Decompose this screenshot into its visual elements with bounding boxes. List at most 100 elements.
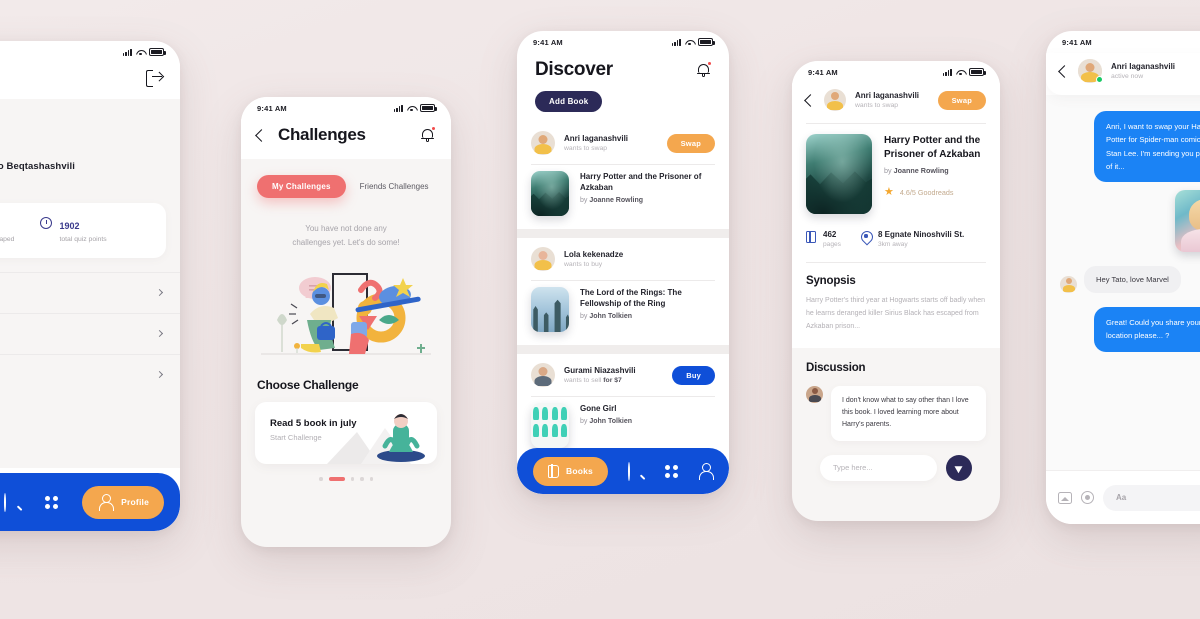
back-icon[interactable] — [1058, 64, 1071, 78]
back-icon[interactable] — [255, 128, 268, 142]
back-icon[interactable] — [804, 93, 817, 107]
status-icons — [122, 48, 166, 56]
carousel-dot[interactable] — [319, 477, 323, 481]
notification-bell-icon[interactable] — [420, 126, 436, 143]
phone-challenges-screen: 9:41 AM Challenges My Challenges Friends… — [241, 97, 451, 547]
grid-icon[interactable] — [664, 464, 678, 478]
notification-bell-icon[interactable] — [696, 61, 712, 78]
image-icon[interactable] — [1058, 491, 1072, 504]
empty-state-text: You have not done any challenges yet. Le… — [241, 198, 451, 256]
book-title: Harry Potter and the Prisoner of Azkaban — [580, 172, 702, 193]
person-icon — [97, 493, 114, 511]
comment: I don't know what to say other than I lo… — [806, 385, 986, 441]
sidebar-item-my-books[interactable]: My Books — [0, 273, 180, 313]
list-item[interactable]: Anri Iaganashvili wants to swap Swap Har… — [517, 122, 729, 229]
star-icon: ★ — [884, 186, 894, 198]
user-name: Lola kekenadze — [564, 250, 624, 259]
comment-input[interactable]: Type here... — [820, 454, 937, 481]
battery-icon — [149, 48, 166, 56]
discussion-section: Discussion I don't know what to say othe… — [792, 348, 1000, 481]
sidebar-item-settings[interactable]: Settings — [0, 355, 180, 395]
book-title: The Lord of the Rings: The Fellowship of… — [580, 288, 682, 309]
listing-book[interactable]: Harry Potter and the Prisoner of Azkaban… — [517, 165, 729, 229]
listing-book[interactable]: The Lord of the Rings: The Fellowship of… — [517, 281, 729, 345]
user-name: Anri Iaganashvili — [564, 134, 629, 143]
chat-composer: Aa — [1046, 470, 1200, 524]
carousel-dot[interactable] — [350, 477, 354, 481]
book-icon — [548, 463, 559, 478]
by-label: by — [580, 313, 588, 321]
status-time: 9:41 AM — [808, 67, 838, 77]
sidebar-item-challenges[interactable]: Challenges — [0, 314, 180, 354]
phone-profile-screen: 9:41 AM file Profile Tato Beqtashashvili — [0, 41, 180, 531]
list-item[interactable]: Gurami Niazashvili wants to sell for $7 … — [517, 354, 729, 461]
search-icon[interactable] — [4, 492, 21, 512]
status-time: 9:41 AM — [257, 103, 287, 113]
status-icons — [942, 68, 986, 76]
message-incoming: Hey Tato, love Marvel — [1084, 266, 1181, 294]
carousel-dot-active[interactable] — [328, 477, 345, 481]
status-time: 9:41 AM — [1062, 37, 1092, 47]
author-name: John Tolkien — [589, 418, 633, 426]
bottom-nav: Books — [517, 448, 729, 494]
send-button[interactable] — [946, 454, 972, 481]
user-name: Tato Beqtashashvili — [0, 160, 75, 172]
rating: ★ 4.6/5 Goodreads — [884, 187, 986, 198]
discover-list[interactable]: Anri Iaganashvili wants to swap Swap Har… — [517, 122, 729, 494]
intent-price: for $7 — [603, 377, 622, 384]
message-photo[interactable] — [1175, 190, 1200, 253]
add-book-button[interactable]: Add Book — [535, 91, 603, 112]
status-time: 9:41 AM — [533, 37, 563, 47]
buy-button[interactable]: Buy — [672, 365, 715, 385]
detail-header: Anri Iaganashvili wants to swap Swap — [792, 83, 1000, 123]
swap-button[interactable]: Swap — [666, 133, 715, 153]
rating-text: 4.6/5 Goodreads — [899, 188, 954, 197]
screens-canvas: 9:41 AM file Profile Tato Beqtashashvili — [0, 0, 1200, 619]
signal-icon — [122, 48, 132, 56]
status-bar: 9:41 AM — [241, 97, 451, 119]
empty-line-1: You have not done any — [305, 224, 387, 233]
listing-user: Gurami Niazashvili wants to sell for $7 … — [517, 354, 729, 396]
challenges-segments: My Challenges Friends Challenges — [241, 159, 451, 198]
tab-my-challenges[interactable]: My Challenges — [257, 175, 346, 198]
meditation-illustration — [327, 414, 425, 464]
synopsis-text: Harry Potter's third year at Hogwarts st… — [806, 297, 986, 330]
carousel-dot[interactable] — [360, 477, 364, 481]
list-item[interactable]: Lola kekenadze wants to buy The Lord of … — [517, 238, 729, 345]
book-cover-lord-of-the-rings — [531, 287, 569, 332]
wifi-icon — [407, 105, 416, 112]
carousel-dot[interactable] — [369, 477, 373, 481]
section-title-synopsis: Synopsis — [806, 275, 856, 287]
nav-books-label: Books — [566, 466, 593, 476]
status-icons — [393, 104, 437, 112]
message-incoming-row: Hey Tato, love Marvel — [1060, 266, 1200, 294]
nav-books-button[interactable]: Books — [533, 456, 608, 486]
detail-main: Harry Potter and the Prisoner of Azkaban… — [792, 124, 1000, 348]
avatar — [824, 89, 846, 111]
user-intent: wants to buy — [564, 261, 603, 268]
book-cover-harry-potter — [806, 134, 872, 214]
status-bar: 9:41 AM — [1046, 31, 1200, 53]
nav-profile-button[interactable]: Profile — [82, 485, 164, 519]
owner-intent: wants to swap — [855, 102, 899, 109]
list-gap — [517, 345, 729, 354]
pages-label: pages — [823, 241, 841, 248]
logout-icon[interactable] — [146, 69, 162, 87]
search-icon[interactable] — [627, 461, 645, 481]
stat-books-swaped: 21 books swaped — [0, 216, 14, 245]
chat-header-wrap: 9:41 AM Anri Iaganashvili active now — [1046, 31, 1200, 95]
message-input[interactable]: Aa — [1103, 484, 1200, 511]
person-icon[interactable] — [698, 462, 715, 480]
challenge-action[interactable]: Start Challenge — [270, 433, 322, 442]
tab-friends-challenges[interactable]: Friends Challenges — [360, 182, 429, 191]
swap-button[interactable]: Swap — [937, 90, 986, 110]
listing-user: Lola kekenadze wants to buy — [517, 238, 729, 280]
distance: 3km away — [877, 241, 908, 248]
challenge-card[interactable]: Read 5 book in july Start Challenge — [255, 402, 437, 464]
grid-icon[interactable] — [45, 495, 59, 509]
record-icon[interactable] — [1081, 491, 1094, 504]
profile-body: Profile Tato Beqtashashvili 21 books swa… — [0, 99, 180, 468]
status-icons — [671, 38, 715, 46]
chat-messages[interactable]: Anri, I want to swap your Harry Potter f… — [1046, 95, 1200, 470]
status-bar: 9:41 AM — [517, 31, 729, 53]
